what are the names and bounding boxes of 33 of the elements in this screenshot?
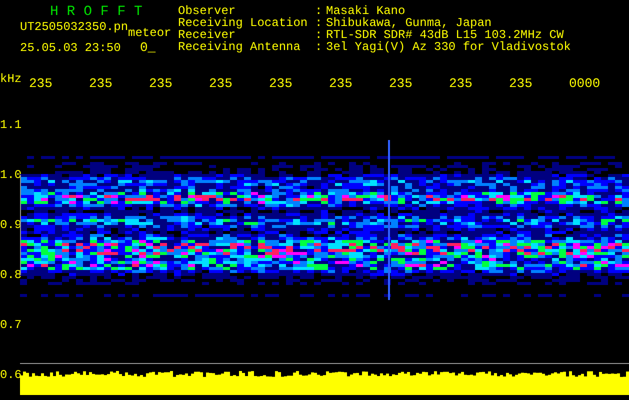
- time-label: 235: [509, 76, 532, 90]
- frequency-label: 0.7: [0, 319, 22, 331]
- info-label: Observer: [178, 5, 236, 17]
- info-label: Receiving Antenna: [178, 41, 302, 53]
- info-separator: :: [315, 5, 324, 17]
- axis-unit: kHz: [0, 70, 23, 88]
- frequency-label: 0.8: [0, 269, 22, 281]
- frequency-label: 1.1: [0, 119, 22, 131]
- info-separator: :: [315, 41, 324, 53]
- time-label: 235: [449, 76, 472, 90]
- info-value: RTL-SDR SDR# 43dB L15 103.2MHz CW: [326, 29, 564, 41]
- info-separator: :: [315, 17, 324, 29]
- info-label: Receiver: [178, 29, 236, 41]
- time-label: 235: [149, 76, 172, 90]
- time-label: 235: [389, 76, 412, 90]
- meteor-count: 0_: [140, 41, 156, 55]
- time-label: 235: [209, 76, 232, 90]
- info-value: Shibukawa, Gunma, Japan: [326, 17, 492, 29]
- time-label: 0000: [569, 76, 600, 90]
- info-value: 3el Yagi(V) Az 330 for Vladivostok: [326, 41, 571, 53]
- time-label: 235: [29, 76, 52, 90]
- time-label: 235: [329, 76, 352, 90]
- app-title: H R O F F T: [49, 5, 144, 19]
- info-separator: :: [315, 29, 324, 41]
- mode-label: meteor: [128, 27, 172, 39]
- frequency-label: 0.6: [0, 369, 22, 381]
- time-label: 235: [269, 76, 292, 90]
- file-name: UT2505032350.pn: [20, 19, 128, 35]
- info-label: Receiving Location: [178, 17, 309, 29]
- time-label: 235: [89, 76, 112, 90]
- timestamp: 25.05.03 23:50: [20, 41, 122, 55]
- frequency-label: 1.0: [0, 169, 22, 181]
- info-value: Masaki Kano: [326, 5, 406, 17]
